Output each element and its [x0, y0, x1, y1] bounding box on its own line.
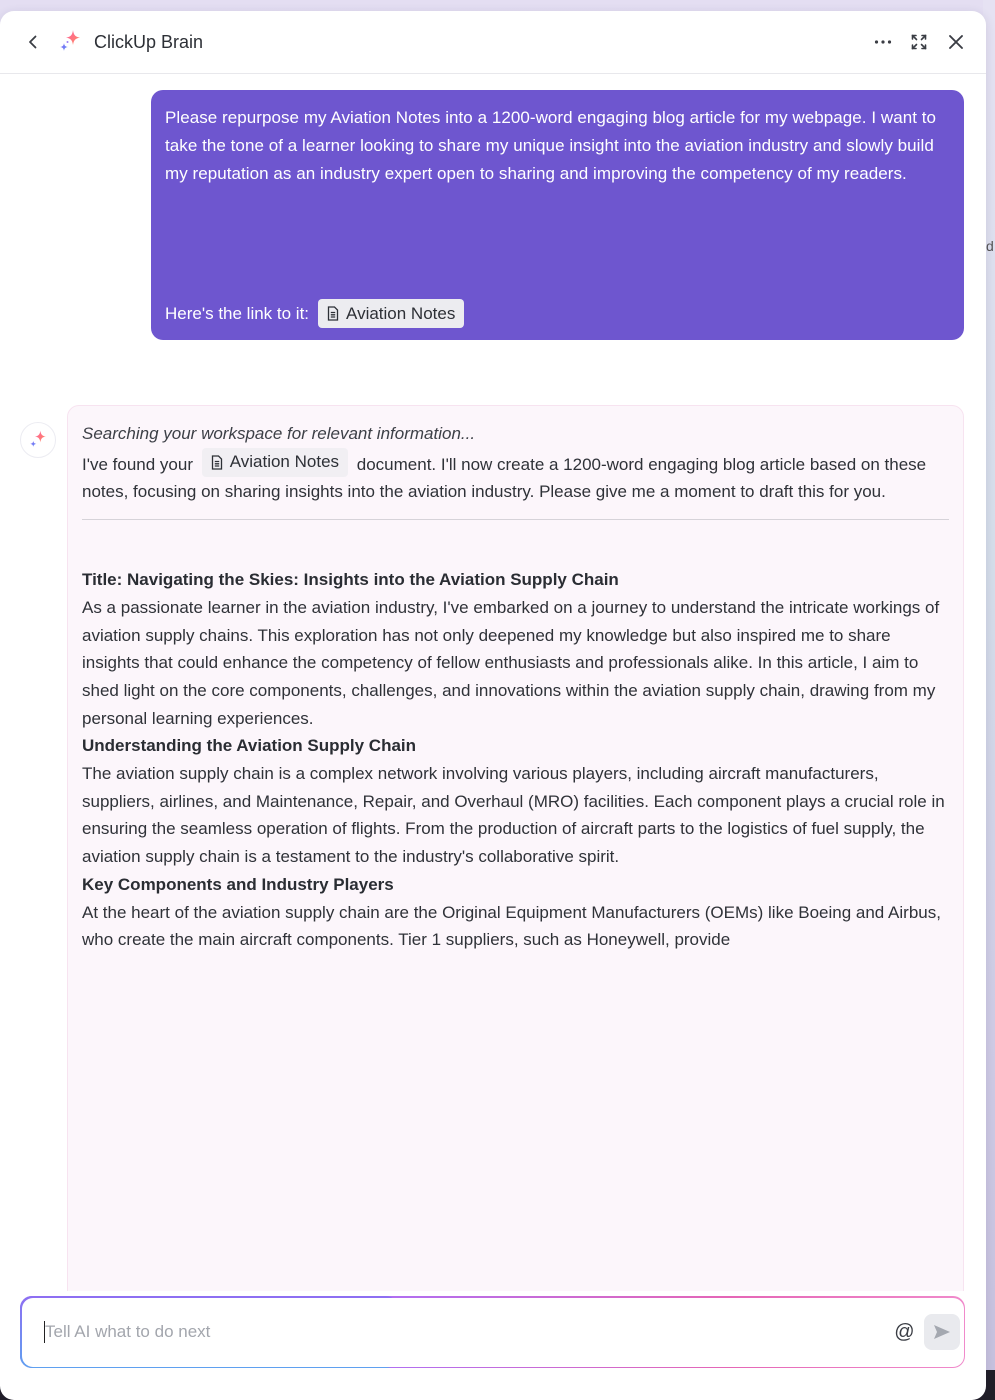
close-button[interactable]: [944, 30, 968, 54]
close-icon: [949, 35, 963, 49]
sparkle-icon: [56, 28, 84, 56]
link-prefix-text: Here's the link to it:: [165, 303, 310, 323]
section-heading-understanding: Understanding the Aviation Supply Chain: [82, 736, 417, 756]
back-button[interactable]: [22, 31, 44, 53]
user-message-text: Please repurpose my Aviation Notes into …: [165, 108, 937, 183]
chevron-left-icon: [29, 35, 37, 49]
doc-chip-label: Aviation Notes: [346, 303, 456, 323]
send-button[interactable]: [923, 1314, 960, 1350]
document-icon: [211, 455, 222, 470]
doc-chip-aviation-notes[interactable]: Aviation Notes: [201, 447, 349, 477]
section-heading-key-components: Key Components and Industry Players: [82, 874, 394, 894]
user-message-bubble: Please repurpose my Aviation Notes into …: [151, 90, 964, 340]
ai-status-text: Searching your workspace for relevant in…: [82, 424, 476, 443]
composer: @: [20, 1296, 965, 1368]
expand-button[interactable]: [908, 31, 930, 53]
panel-title: ClickUp Brain: [94, 31, 204, 52]
doc-chip-aviation-notes[interactable]: Aviation Notes: [318, 299, 465, 328]
panel-header: ClickUp Brain: [0, 11, 986, 74]
user-message-link-line: Here's the link to it: Aviation Notes: [165, 299, 465, 328]
send-icon: [933, 1325, 950, 1339]
section-body-key-components: At the heart of the aviation supply chai…: [82, 902, 941, 950]
ellipsis-icon: [874, 40, 892, 44]
expand-icon: [911, 34, 927, 50]
chat-thread[interactable]: Please repurpose my Aviation Notes into …: [0, 75, 986, 1291]
sparkle-icon: [30, 430, 46, 448]
article-intro: As a passionate learner in the aviation …: [82, 597, 940, 728]
more-options-button[interactable]: [872, 31, 894, 53]
document-icon: [327, 306, 339, 321]
doc-chip-label: Aviation Notes: [229, 452, 340, 472]
prompt-input[interactable]: [45, 1322, 895, 1342]
section-body-understanding: The aviation supply chain is a complex n…: [82, 764, 945, 867]
ai-avatar: [20, 422, 56, 458]
clickup-brain-panel: ClickUp Brain Please repurpose my Aviati…: [0, 11, 986, 1400]
at-icon: @: [894, 1320, 915, 1343]
composer-inner: @: [21, 1297, 964, 1367]
found-prefix: I've found your: [82, 454, 193, 474]
header-actions: [872, 30, 968, 54]
background-text-fragment: d: [986, 238, 994, 254]
divider: [82, 519, 949, 521]
ai-message-bubble: Searching your workspace for relevant in…: [67, 405, 964, 1291]
ai-found-paragraph: I've found your Aviation Notes document.…: [82, 447, 949, 506]
mention-button[interactable]: @: [894, 1321, 914, 1344]
article-title: Title: Navigating the Skies: Insights in…: [82, 570, 619, 590]
